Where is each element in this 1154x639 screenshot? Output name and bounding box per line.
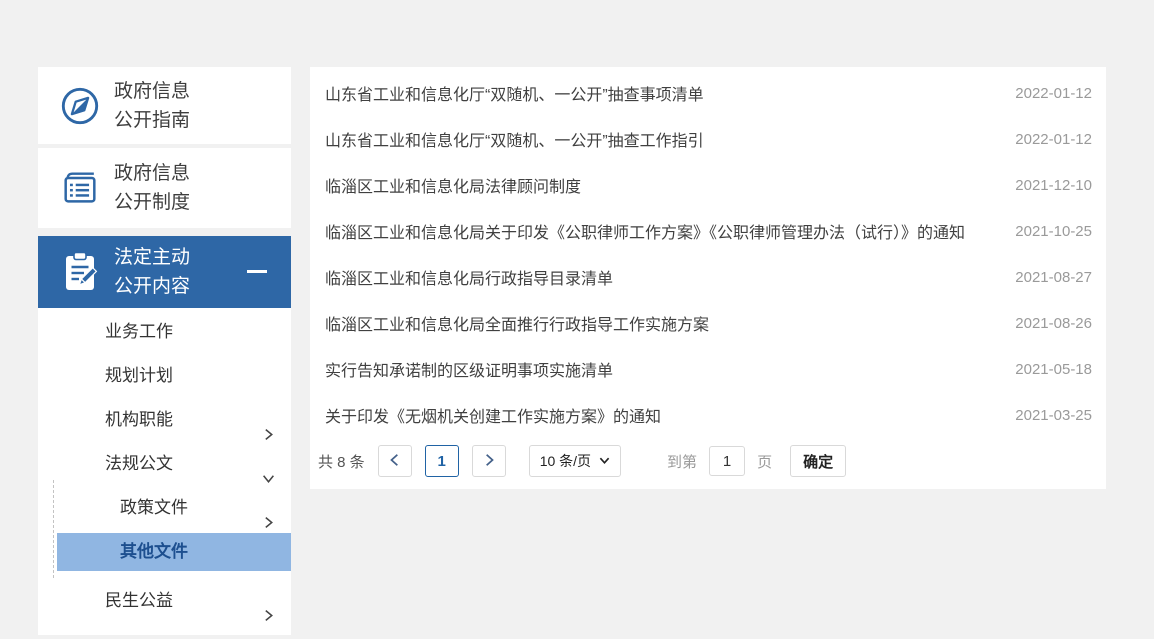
document-title-link[interactable]: 临淄区工业和信息化局关于印发《公职律师工作方案》《公职律师管理办法（试行）》的通… (325, 219, 1003, 243)
chevron-right-icon (262, 595, 275, 639)
list-item[interactable]: 临淄区工业和信息化局关于印发《公职律师工作方案》《公职律师管理办法（试行）》的通… (310, 208, 1106, 254)
page-size-label: 10 条/页 (539, 453, 592, 469)
sidebar-card-guide[interactable]: 政府信息 公开指南 (38, 67, 291, 144)
list-item[interactable]: 实行告知承诺制的区级证明事项实施清单 2021-05-18 (310, 346, 1106, 392)
document-date: 2021-08-27 (1015, 268, 1092, 286)
compass-icon (58, 85, 102, 127)
document-date: 2021-03-25 (1015, 406, 1092, 424)
chevron-right-icon (482, 453, 496, 470)
document-title-link[interactable]: 山东省工业和信息化厅“双随机、一公开”抽查工作指引 (325, 127, 1003, 151)
document-list-panel: 山东省工业和信息化厅“双随机、一公开”抽查事项清单 2022-01-12 山东省… (310, 67, 1106, 489)
sidebar-card-system[interactable]: 政府信息 公开制度 (38, 148, 291, 228)
list-item[interactable]: 山东省工业和信息化厅“双随机、一公开”抽查工作指引 2022-01-12 (310, 116, 1106, 162)
list-item[interactable]: 关于印发《无烟机关创建工作实施方案》的通知 2021-03-25 (310, 392, 1106, 438)
chevron-left-icon (388, 453, 402, 470)
prev-page-button[interactable] (377, 445, 412, 477)
clipboard-pen-icon (58, 250, 102, 294)
guide-label: 政府信息 公开指南 (114, 80, 191, 131)
system-label: 政府信息 公开制度 (114, 163, 191, 213)
document-date: 2021-12-10 (1015, 176, 1092, 194)
menu-label: 业务工作 (105, 322, 173, 341)
document-title-link[interactable]: 实行告知承诺制的区级证明事项实施清单 (325, 357, 1003, 381)
document-date: 2022-01-12 (1015, 130, 1092, 148)
menu-label: 政策文件 (120, 498, 188, 517)
goto-page-input[interactable] (709, 446, 746, 476)
sidebar-item-planning[interactable]: 规划计划 (38, 354, 291, 398)
menu-label: 机构职能 (105, 410, 173, 429)
list-item[interactable]: 山东省工业和信息化厅“双随机、一公开”抽查事项清单 2022-01-12 (310, 70, 1106, 116)
menu-label: 其他文件 (120, 542, 188, 561)
goto-page-suffix: 页 (757, 453, 773, 471)
sidebar-item-livelihood[interactable]: 民生公益 (38, 579, 291, 623)
confirm-button[interactable]: 确定 (790, 445, 847, 477)
pagination-bar: 共 8 条 1 10 条/页 到第 页 确定 (310, 445, 1106, 477)
total-count-label: 共 8 条 (318, 453, 365, 471)
sidebar-item-organization[interactable]: 机构职能 (38, 398, 291, 442)
list-item[interactable]: 临淄区工业和信息化局行政指导目录清单 2021-08-27 (310, 254, 1106, 300)
document-date: 2022-01-12 (1015, 84, 1092, 102)
sidebar-item-regulations[interactable]: 法规公文 (38, 442, 291, 486)
document-title-link[interactable]: 临淄区工业和信息化局法律顾问制度 (325, 173, 1003, 197)
chevron-down-icon (599, 453, 610, 469)
menu-label: 民生公益 (105, 591, 173, 610)
document-title-link[interactable]: 山东省工业和信息化厅“双随机、一公开”抽查事项清单 (325, 81, 1003, 105)
sidebar-item-policy-documents[interactable]: 政策文件 (38, 486, 291, 530)
document-date: 2021-05-18 (1015, 360, 1092, 378)
page-size-select[interactable]: 10 条/页 (528, 445, 622, 477)
sidebar-item-other-documents[interactable]: 其他文件 (57, 533, 291, 571)
list-item[interactable]: 临淄区工业和信息化局法律顾问制度 2021-12-10 (310, 162, 1106, 208)
document-list: 山东省工业和信息化厅“双随机、一公开”抽查事项清单 2022-01-12 山东省… (310, 67, 1106, 438)
sidebar-item-business-work[interactable]: 业务工作 (38, 310, 291, 354)
page-number-button[interactable]: 1 (424, 445, 459, 477)
document-title-link[interactable]: 临淄区工业和信息化局行政指导目录清单 (325, 265, 1003, 289)
sidebar-menu: 业务工作 规划计划 机构职能 法规公文 政策文件 其他文件 民生公益 (38, 308, 291, 635)
minus-icon[interactable] (247, 270, 267, 273)
menu-label: 规划计划 (105, 366, 173, 385)
next-page-button[interactable] (471, 445, 506, 477)
document-title-link[interactable]: 临淄区工业和信息化局全面推行行政指导工作实施方案 (325, 311, 1003, 335)
document-date: 2021-10-25 (1015, 222, 1092, 240)
list-item[interactable]: 临淄区工业和信息化局全面推行行政指导工作实施方案 2021-08-26 (310, 300, 1106, 346)
document-title-link[interactable]: 关于印发《无烟机关创建工作实施方案》的通知 (325, 403, 1003, 427)
book-icon (58, 167, 102, 209)
goto-page-prefix: 到第 (667, 453, 698, 471)
sidebar-section-header[interactable]: 法定主动 公开内容 (38, 236, 291, 308)
document-date: 2021-08-26 (1015, 314, 1092, 332)
section-label: 法定主动 公开内容 (114, 247, 191, 297)
menu-label: 法规公文 (105, 454, 173, 473)
